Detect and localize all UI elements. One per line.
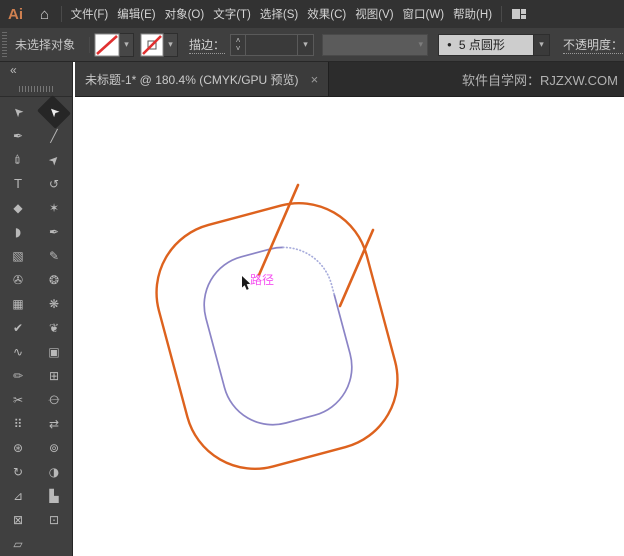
- profile-chevron-icon: ▾: [418, 39, 424, 49]
- illustrator-window: { "menubar": { "logo": "Ai", "home_icon"…: [0, 0, 624, 556]
- mouse-cursor-icon: [242, 276, 251, 290]
- symbol-spinner-tool-icon[interactable]: ↻: [0, 460, 36, 484]
- symbol-scruncher-tool-icon[interactable]: ⊛: [0, 436, 36, 460]
- slice-tool-icon[interactable]: ⊡: [36, 508, 72, 532]
- blob-brush-tool-icon[interactable]: ∿: [0, 340, 36, 364]
- app-logo[interactable]: Ai: [0, 6, 32, 23]
- watermark-text: 软件自学网：RJZXW.COM: [462, 72, 618, 88]
- diagonal-line-2[interactable]: [338, 228, 375, 308]
- perspective-selection-tool-icon[interactable]: ⊠: [0, 508, 36, 532]
- menu-item-3[interactable]: 对象(O): [165, 6, 205, 22]
- scissors-tool-icon[interactable]: ✂: [0, 388, 36, 412]
- control-bar-divider: [89, 36, 91, 53]
- brush-definition-control: ● 5 点圆形 ▾: [438, 33, 551, 56]
- menu-item-6[interactable]: 效果(C): [307, 6, 346, 22]
- stroke-dropdown-chevron-icon[interactable]: ▾: [164, 32, 179, 57]
- collapse-panel-icon[interactable]: «: [10, 63, 17, 77]
- menubar-divider: [61, 6, 63, 22]
- brush-dot-icon: ●: [447, 40, 452, 49]
- menu-item-1[interactable]: 文件(F): [71, 6, 109, 22]
- inner-dotted-segment-path[interactable]: [282, 246, 335, 295]
- document-tab-bar: 未标题-1* @ 180.4% (CMYK/GPU 预览) × 软件自学网：RJ…: [75, 62, 624, 97]
- lasso-tool-icon[interactable]: ◗: [0, 220, 36, 244]
- menu-item-8[interactable]: 窗口(W): [403, 6, 445, 22]
- gradient-tool-icon[interactable]: ▧: [0, 244, 36, 268]
- artwork-svg: 路径: [155, 183, 399, 471]
- control-bar: 未选择对象 ▾ ▾ 描边： ˄ ˅ ▾ ▾ ● 5 点圆形 ▾ 不透明度：: [0, 28, 624, 62]
- stepper-down-icon[interactable]: ˅: [236, 44, 241, 53]
- stroke-weight-input[interactable]: [245, 34, 298, 55]
- menu-item-9[interactable]: 帮助(H): [453, 6, 492, 22]
- symbol-sprayer-tool-icon[interactable]: ⠿: [0, 412, 36, 436]
- stroke-weight-chevron-icon[interactable]: ▾: [297, 34, 314, 55]
- stroke-weight-control: ˄ ˅ ▾: [230, 33, 315, 56]
- variable-width-profile-dropdown[interactable]: ▾: [322, 33, 429, 56]
- add-anchor-point-tool-icon[interactable]: ✒: [36, 220, 72, 244]
- fill-none-swatch-icon[interactable]: [94, 33, 120, 57]
- artboard-canvas[interactable]: 路径: [73, 97, 624, 556]
- rectangular-grid-tool-icon[interactable]: ▦: [0, 292, 36, 316]
- diagonal-line-1[interactable]: [257, 183, 300, 277]
- workspace-switcher-icon[interactable]: [511, 8, 527, 20]
- eyedropper-tool-icon[interactable]: ✎: [36, 244, 72, 268]
- polar-grid-tool-icon[interactable]: ❋: [36, 292, 72, 316]
- document-tab-title: 未标题-1* @ 180.4% (CMYK/GPU 预览): [85, 72, 299, 87]
- menu-item-4[interactable]: 文字(T): [213, 6, 251, 22]
- fill-dropdown-chevron-icon[interactable]: ▾: [120, 32, 135, 57]
- home-icon[interactable]: ⌂: [32, 6, 57, 23]
- shaper-tool-icon[interactable]: ▣: [36, 340, 72, 364]
- document-tab[interactable]: 未标题-1* @ 180.4% (CMYK/GPU 预览) ×: [75, 62, 330, 96]
- brush-name-label: 5 点圆形: [458, 38, 505, 52]
- control-bar-grip[interactable]: [2, 31, 7, 58]
- tool-grid: ➤ ➤ ✒ ╱ ✐ ➤ T ↺ ◆ ✶ ◗ ✒ ▧ ✎ ✇ ❂ ▦ ❋ ✔ ❦ ∿ ▣ ✏ ⊞ ✂ ∅ ⠿ ⇄ ⊛ ⊚ ↻ ◑ ⊿ ▙ ⊠ ⊡ ▱: [0, 95, 72, 556]
- tab-close-icon[interactable]: ×: [311, 72, 319, 87]
- tools-panel-grip[interactable]: [19, 86, 55, 92]
- column-graph-tool-icon[interactable]: ▙: [36, 484, 72, 508]
- menu-item-5[interactable]: 选择(S): [260, 6, 298, 22]
- menubar-divider: [500, 6, 502, 22]
- perspective-grid-tool-icon[interactable]: ⊿: [0, 484, 36, 508]
- magic-wand-tool-icon[interactable]: ✶: [36, 196, 72, 220]
- tools-panel: ➤ ➤ ✒ ╱ ✐ ➤ T ↺ ◆ ✶ ◗ ✒ ▧ ✎ ✇ ❂ ▦ ❋ ✔ ❦ ∿ ▣ ✏ ⊞ ✂ ∅ ⠿ ⇄ ⊛ ⊚ ↻ ◑ ⊿ ▙ ⊠ ⊡ ▱: [0, 95, 73, 556]
- pencil-tool-icon[interactable]: ✏: [0, 364, 36, 388]
- menu-item-7[interactable]: 视图(V): [355, 6, 393, 22]
- inner-rounded-rect-path[interactable]: [203, 246, 353, 426]
- stroke-none-swatch-icon[interactable]: [140, 33, 164, 57]
- eraser-tool-icon[interactable]: ◆: [0, 196, 36, 220]
- opacity-control: 不透明度： 1: [558, 28, 624, 62]
- symbol-sizer-tool-icon[interactable]: ⊚: [36, 436, 72, 460]
- menu-item-2[interactable]: 编辑(E): [117, 6, 155, 22]
- spiral-tool-icon[interactable]: ✇: [0, 268, 36, 292]
- opacity-label[interactable]: 不透明度：: [563, 36, 624, 54]
- menu-items: 文件(F) 编辑(E) 对象(O) 文字(T) 选择(S) 效果(C) 视图(V) 窗口(W)…: [66, 6, 496, 22]
- shape-builder-tool-icon[interactable]: ✔: [0, 316, 36, 340]
- selection-status-label: 未选择对象: [15, 38, 76, 52]
- stroke-color-control[interactable]: ▾: [140, 32, 179, 57]
- menu-bar: Ai ⌂ 文件(F) 编辑(E) 对象(O) 文字(T) 选择(S) 效果(C) 视图(V)…: [0, 0, 624, 28]
- fill-control[interactable]: ▾: [94, 32, 135, 57]
- puppet-warp-tool-icon[interactable]: ❦: [36, 316, 72, 340]
- brush-chevron-icon[interactable]: ▾: [534, 33, 551, 56]
- brush-definition-dropdown[interactable]: ● 5 点圆形: [438, 33, 535, 56]
- smart-guide-tooltip: 路径: [250, 272, 274, 287]
- symbol-stainer-tool-icon[interactable]: ◑: [36, 460, 72, 484]
- stroke-weight-stepper[interactable]: ˄ ˅: [231, 34, 246, 55]
- measure-tool-icon[interactable]: ▱: [0, 532, 36, 556]
- blend-tool-icon[interactable]: ❂: [36, 268, 72, 292]
- stroke-weight-label[interactable]: 描边：: [189, 36, 226, 54]
